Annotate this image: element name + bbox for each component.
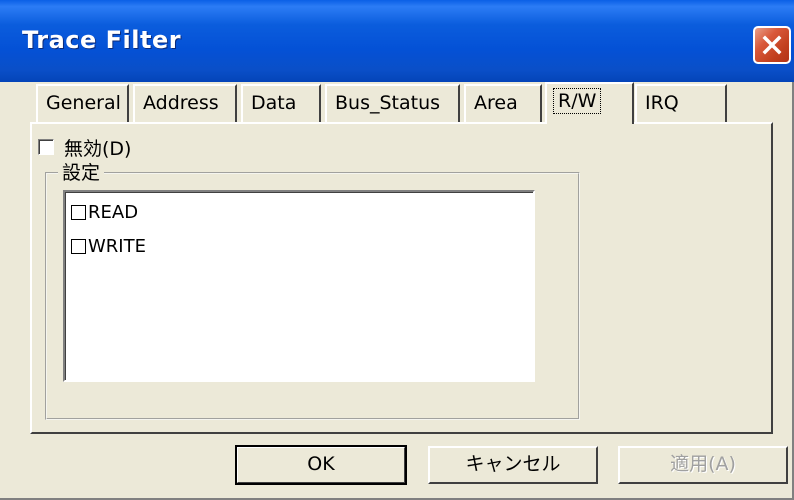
settings-group-label: 設定: [58, 158, 105, 185]
list-item-write[interactable]: WRITE: [71, 234, 146, 258]
cancel-button[interactable]: キャンセル: [428, 446, 598, 484]
write-checkbox[interactable]: [71, 238, 86, 254]
disable-checkbox-row[interactable]: 無効(D): [38, 134, 131, 160]
read-checkbox[interactable]: [71, 204, 86, 220]
trace-filter-dialog: Trace Filter General Address Data Bus_St…: [0, 0, 794, 500]
close-button[interactable]: [753, 26, 791, 64]
tab-address[interactable]: Address: [133, 84, 237, 122]
tab-general[interactable]: General: [36, 84, 129, 122]
list-item-read[interactable]: READ: [71, 200, 138, 224]
window-title: Trace Filter: [22, 26, 182, 54]
tab-rw[interactable]: R/W: [545, 82, 634, 124]
tab-bus-status[interactable]: Bus_Status: [325, 84, 460, 122]
ok-button[interactable]: OK: [235, 445, 407, 485]
disable-checkbox-label: 無効(D): [64, 137, 132, 160]
write-label: WRITE: [88, 235, 146, 257]
close-icon: [762, 35, 782, 55]
disable-checkbox[interactable]: [38, 139, 54, 155]
rw-listbox[interactable]: READ WRITE: [63, 190, 535, 382]
tab-data[interactable]: Data: [241, 84, 321, 122]
read-label: READ: [88, 201, 139, 223]
tab-area[interactable]: Area: [464, 84, 542, 122]
title-bar[interactable]: Trace Filter: [0, 0, 794, 82]
tab-irq[interactable]: IRQ: [635, 84, 727, 122]
apply-button[interactable]: 適用(A): [618, 446, 788, 484]
